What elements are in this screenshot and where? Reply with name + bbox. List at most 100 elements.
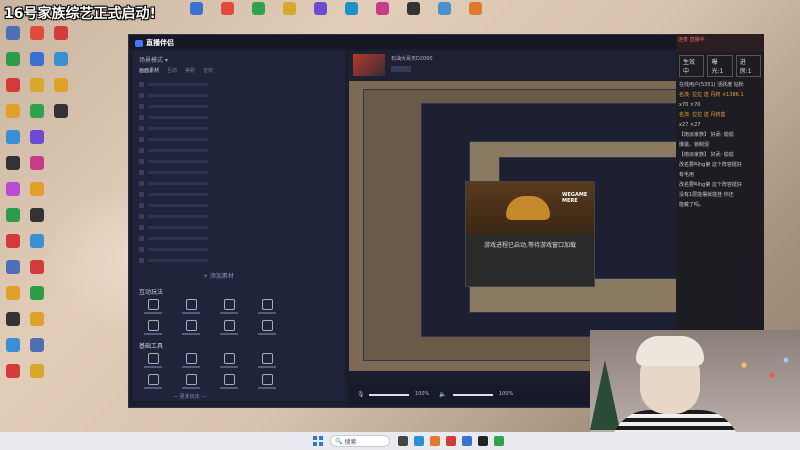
list-item[interactable]	[139, 244, 339, 255]
app-shortcut-icon[interactable]	[469, 2, 482, 15]
desktop-app-icon[interactable]	[30, 338, 44, 352]
app-shortcut-icon[interactable]	[407, 2, 420, 15]
app-shortcut-icon[interactable]	[438, 2, 451, 15]
tab-beauty[interactable]: 美颜	[185, 67, 195, 74]
desktop-app-icon[interactable]	[6, 52, 20, 66]
taskbar-app-icon[interactable]	[462, 436, 472, 446]
list-item[interactable]	[139, 255, 339, 266]
tool-item[interactable]	[181, 374, 201, 389]
tool-item[interactable]	[143, 320, 163, 335]
desktop-app-icon[interactable]	[6, 182, 20, 196]
desktop-app-icon[interactable]	[30, 208, 44, 222]
desktop-app-icon[interactable]	[6, 208, 20, 222]
tab-materials[interactable]: 画面素材	[139, 67, 159, 74]
desktop-volume-slider[interactable]	[453, 394, 493, 396]
desktop-app-icon[interactable]	[30, 286, 44, 300]
desktop-app-icon[interactable]	[6, 286, 20, 300]
tool-item[interactable]	[219, 299, 239, 314]
windows-start-icon[interactable]	[313, 436, 323, 446]
taskbar-app-icon[interactable]	[446, 436, 456, 446]
taskbar-app-icon[interactable]	[494, 436, 504, 446]
mic-volume-slider[interactable]	[369, 394, 409, 396]
desktop-app-icon[interactable]	[6, 26, 20, 40]
desktop-app-icon[interactable]	[6, 260, 20, 274]
desktop-app-icon[interactable]	[30, 260, 44, 274]
desktop-app-icon[interactable]	[30, 26, 44, 40]
desktop-app-icon[interactable]	[30, 234, 44, 248]
more-tools-link[interactable]: — 更多玩法 —	[173, 393, 206, 400]
taskbar-app-icon[interactable]	[414, 436, 424, 446]
desktop-app-icon[interactable]	[6, 338, 20, 352]
desktop-app-icon[interactable]	[30, 130, 44, 144]
tab-active[interactable]: 生效中	[679, 55, 705, 77]
desktop-app-icon[interactable]	[30, 182, 44, 196]
mic-icon[interactable]: 🎙	[357, 391, 365, 398]
tab-sound[interactable]: 音效	[203, 67, 213, 74]
desktop-app-icon[interactable]	[54, 52, 68, 66]
taskbar-app-icon[interactable]	[478, 436, 488, 446]
desktop-app-icon[interactable]	[54, 26, 68, 40]
desktop-app-icon[interactable]	[30, 312, 44, 326]
tool-item[interactable]	[143, 374, 163, 389]
app-shortcut-icon[interactable]	[345, 2, 358, 15]
add-material-button[interactable]: + 添加素材	[203, 271, 234, 280]
desktop-app-icon[interactable]	[30, 52, 44, 66]
tool-item[interactable]	[219, 320, 239, 335]
tool-item[interactable]	[219, 353, 239, 368]
tool-item[interactable]	[143, 299, 163, 314]
list-item[interactable]	[139, 112, 339, 123]
tool-item[interactable]	[143, 353, 163, 368]
app-shortcut-icon[interactable]	[314, 2, 327, 15]
taskbar-app-icon[interactable]	[430, 436, 440, 446]
tab-enter[interactable]: 进房:1	[735, 55, 761, 77]
tool-item[interactable]	[257, 320, 277, 335]
taskbar-app-icon[interactable]	[398, 436, 408, 446]
list-item[interactable]	[139, 123, 339, 134]
app-shortcut-icon[interactable]	[252, 2, 265, 15]
tool-item[interactable]	[219, 374, 239, 389]
app-shortcut-icon[interactable]	[221, 2, 234, 15]
desktop-app-icon[interactable]	[54, 104, 68, 118]
desktop-app-icon[interactable]	[30, 78, 44, 92]
list-item[interactable]	[139, 90, 339, 101]
app-shortcut-icon[interactable]	[190, 2, 203, 15]
list-item[interactable]	[139, 145, 339, 156]
desktop-app-icon[interactable]	[6, 104, 20, 118]
desktop-app-icon[interactable]	[6, 364, 20, 378]
tool-item[interactable]	[181, 320, 201, 335]
desktop-app-icon[interactable]	[6, 234, 20, 248]
list-item[interactable]	[139, 233, 339, 244]
list-item[interactable]	[139, 79, 339, 90]
tool-item[interactable]	[257, 353, 277, 368]
list-item[interactable]	[139, 211, 339, 222]
tool-item[interactable]	[181, 299, 201, 314]
tool-item[interactable]	[257, 374, 277, 389]
tab-exposure[interactable]: 曝光:1	[707, 55, 733, 77]
desktop-app-icon[interactable]	[6, 130, 20, 144]
list-item[interactable]	[139, 178, 339, 189]
desktop-app-icon[interactable]	[6, 312, 20, 326]
chat-panel: 连麦 直播中 生效中 曝光:1 进房:1 在线用户(5351) 活跃度 钻粉 名…	[676, 34, 764, 334]
scene-mode-dropdown[interactable]: 场景模式 ▾	[139, 55, 168, 64]
app-shortcut-icon[interactable]	[283, 2, 296, 15]
list-item[interactable]	[139, 189, 339, 200]
taskbar-search[interactable]: 🔍 搜索	[330, 435, 390, 447]
list-item[interactable]	[139, 222, 339, 233]
desktop-app-icon[interactable]	[30, 364, 44, 378]
desktop-app-icon[interactable]	[30, 104, 44, 118]
desktop-app-icon[interactable]	[30, 156, 44, 170]
list-item[interactable]	[139, 167, 339, 178]
tab-interact[interactable]: 互动	[167, 67, 177, 74]
app-shortcut-icon[interactable]	[376, 2, 389, 15]
list-item[interactable]	[139, 200, 339, 211]
speaker-icon[interactable]: 🔈	[439, 391, 446, 398]
search-icon: 🔍	[335, 437, 343, 445]
tool-item[interactable]	[181, 353, 201, 368]
list-item[interactable]	[139, 156, 339, 167]
list-item[interactable]	[139, 134, 339, 145]
desktop-app-icon[interactable]	[6, 78, 20, 92]
desktop-app-icon[interactable]	[54, 78, 68, 92]
desktop-app-icon[interactable]	[6, 156, 20, 170]
list-item[interactable]	[139, 101, 339, 112]
tool-item[interactable]	[257, 299, 277, 314]
